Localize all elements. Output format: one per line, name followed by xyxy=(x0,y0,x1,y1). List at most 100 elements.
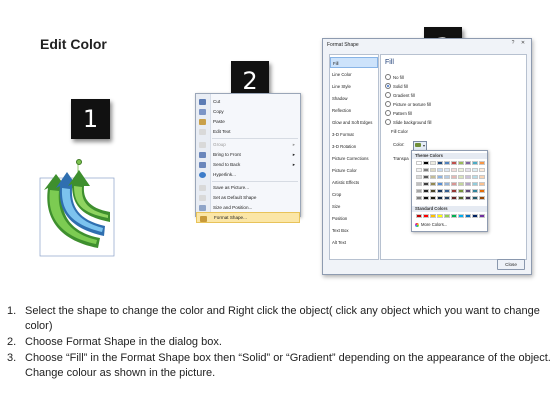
color-swatch[interactable] xyxy=(458,161,464,165)
color-swatch[interactable] xyxy=(458,168,464,172)
nav-item-crop[interactable]: Crop xyxy=(330,189,378,200)
nav-item-reflection[interactable]: Reflection xyxy=(330,105,378,116)
color-swatch[interactable] xyxy=(458,196,464,200)
selected-arrow-shape[interactable] xyxy=(38,159,118,260)
color-swatch[interactable] xyxy=(437,161,443,165)
color-swatch[interactable] xyxy=(444,189,450,193)
color-swatch[interactable] xyxy=(423,168,429,172)
color-swatch[interactable] xyxy=(430,182,436,186)
nav-item-position[interactable]: Position xyxy=(330,213,378,224)
color-swatch[interactable] xyxy=(472,168,478,172)
color-swatch[interactable] xyxy=(444,214,450,218)
nav-item-shadow[interactable]: Shadow xyxy=(330,93,378,104)
color-swatch[interactable] xyxy=(416,214,422,218)
color-swatch[interactable] xyxy=(472,214,478,218)
color-swatch[interactable] xyxy=(451,196,457,200)
color-swatch[interactable] xyxy=(479,214,485,218)
color-swatch[interactable] xyxy=(479,189,485,193)
nav-item-line-style[interactable]: Line Style xyxy=(330,81,378,92)
nav-item-fill[interactable]: Fill xyxy=(330,57,378,68)
nav-item-picture-corrections[interactable]: Picture Corrections xyxy=(330,153,378,164)
color-swatch[interactable] xyxy=(451,189,457,193)
close-button[interactable]: Close xyxy=(497,259,525,270)
nav-item-glow[interactable]: Glow and Soft Edges xyxy=(330,117,378,128)
color-swatch[interactable] xyxy=(465,168,471,172)
color-swatch[interactable] xyxy=(472,196,478,200)
menu-item-format-shape[interactable]: Format Shape... xyxy=(196,212,300,223)
color-swatch[interactable] xyxy=(444,175,450,179)
radio-gradient-fill[interactable]: Gradient fill xyxy=(385,92,415,98)
color-swatch[interactable] xyxy=(479,196,485,200)
color-swatch[interactable] xyxy=(437,175,443,179)
color-swatch[interactable] xyxy=(444,161,450,165)
color-swatch[interactable] xyxy=(465,214,471,218)
color-swatch[interactable] xyxy=(430,214,436,218)
color-swatch[interactable] xyxy=(472,182,478,186)
color-swatch[interactable] xyxy=(416,168,422,172)
color-swatch[interactable] xyxy=(458,214,464,218)
color-swatch[interactable] xyxy=(430,161,436,165)
color-swatch[interactable] xyxy=(479,175,485,179)
nav-item-size[interactable]: Size xyxy=(330,201,378,212)
color-swatch[interactable] xyxy=(437,196,443,200)
color-swatch[interactable] xyxy=(430,175,436,179)
color-swatch[interactable] xyxy=(423,161,429,165)
color-swatch[interactable] xyxy=(423,214,429,218)
color-swatch[interactable] xyxy=(437,168,443,172)
nav-item-artistic-effects[interactable]: Artistic Effects xyxy=(330,177,378,188)
radio-no-fill[interactable]: No fill xyxy=(385,74,404,80)
nav-item-picture-color[interactable]: Picture Color xyxy=(330,165,378,176)
color-swatch[interactable] xyxy=(423,196,429,200)
nav-item-3d-format[interactable]: 3-D Format xyxy=(330,129,378,140)
color-swatch[interactable] xyxy=(451,161,457,165)
color-swatch[interactable] xyxy=(458,182,464,186)
radio-solid-fill[interactable]: Solid fill xyxy=(385,83,408,89)
color-swatch[interactable] xyxy=(465,175,471,179)
color-swatch[interactable] xyxy=(465,189,471,193)
color-swatch[interactable] xyxy=(472,175,478,179)
color-swatch[interactable] xyxy=(472,189,478,193)
color-swatch[interactable] xyxy=(444,182,450,186)
color-swatch[interactable] xyxy=(416,175,422,179)
nav-item-text-box[interactable]: Text Box xyxy=(330,225,378,236)
menu-item-edit-text[interactable]: Edit Text xyxy=(196,126,300,137)
color-swatch[interactable] xyxy=(416,189,422,193)
color-swatch[interactable] xyxy=(437,182,443,186)
color-swatch[interactable] xyxy=(416,196,422,200)
color-swatch[interactable] xyxy=(416,182,422,186)
color-swatch[interactable] xyxy=(416,161,422,165)
color-swatch[interactable] xyxy=(458,189,464,193)
color-swatch[interactable] xyxy=(423,182,429,186)
radio-pattern-fill[interactable]: Pattern fill xyxy=(385,110,412,116)
radio-slide-background-fill[interactable]: Slide background fill xyxy=(385,119,431,125)
color-swatch[interactable] xyxy=(423,175,429,179)
color-swatch[interactable] xyxy=(451,175,457,179)
color-swatch[interactable] xyxy=(451,214,457,218)
color-swatch[interactable] xyxy=(479,161,485,165)
color-swatch[interactable] xyxy=(472,161,478,165)
color-swatch[interactable] xyxy=(430,196,436,200)
color-swatch[interactable] xyxy=(444,196,450,200)
color-swatch[interactable] xyxy=(479,182,485,186)
help-button[interactable]: ? xyxy=(508,40,518,46)
color-swatch[interactable] xyxy=(458,175,464,179)
color-swatch[interactable] xyxy=(451,182,457,186)
nav-item-line-color[interactable]: Line Color xyxy=(330,69,378,80)
radio-picture-fill[interactable]: Picture or texture fill xyxy=(385,101,431,107)
rotation-handle[interactable] xyxy=(76,159,82,165)
color-swatch[interactable] xyxy=(465,182,471,186)
color-swatch[interactable] xyxy=(465,161,471,165)
color-swatch[interactable] xyxy=(451,168,457,172)
color-swatch[interactable] xyxy=(430,189,436,193)
color-swatch[interactable] xyxy=(444,168,450,172)
nav-item-alt-text[interactable]: Alt Text xyxy=(330,237,378,248)
more-colors-item[interactable]: More Colors... xyxy=(415,222,447,227)
close-icon[interactable]: ✕ xyxy=(518,40,528,46)
color-swatch[interactable] xyxy=(479,168,485,172)
menu-item-hyperlink[interactable]: Hyperlink... xyxy=(196,169,300,180)
color-swatch[interactable] xyxy=(430,168,436,172)
nav-item-3d-rotation[interactable]: 3-D Rotation xyxy=(330,141,378,152)
color-swatch[interactable] xyxy=(437,214,443,218)
color-swatch[interactable] xyxy=(437,189,443,193)
color-swatch[interactable] xyxy=(423,189,429,193)
